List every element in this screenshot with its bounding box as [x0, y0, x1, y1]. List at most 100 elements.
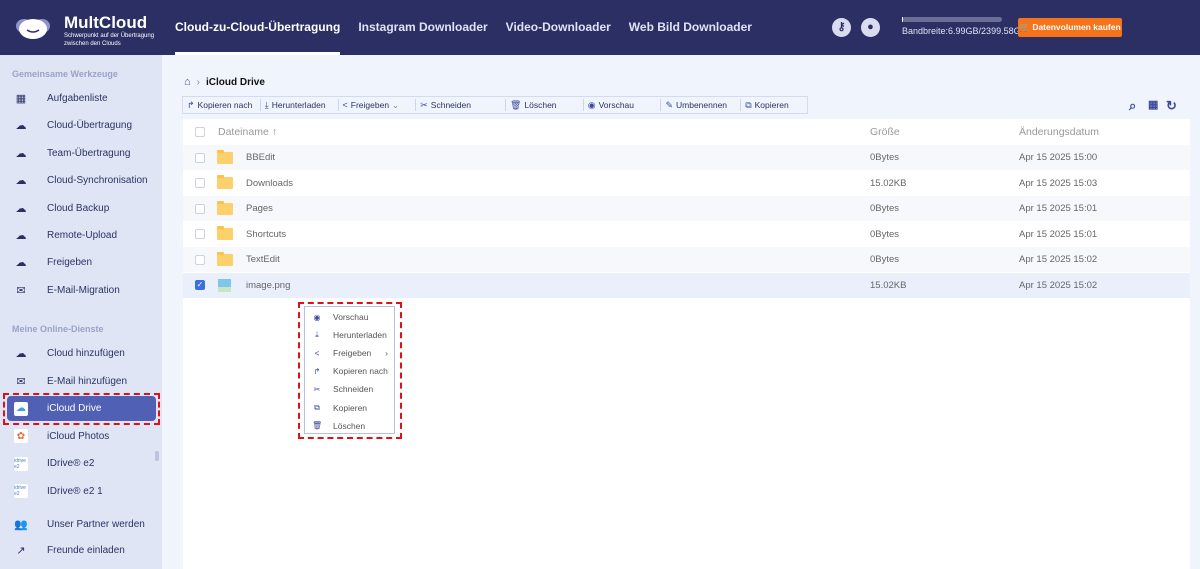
menu-item-copy[interactable]: ⧉ Kopieren [305, 399, 394, 417]
nav-cloud-transfer[interactable]: Cloud-zu-Cloud-Übertragung [175, 0, 341, 55]
row-checkbox[interactable] [195, 152, 205, 163]
copy-to-icon: ↱ [187, 99, 195, 110]
menu-item-cut[interactable]: ✂ Schneiden [305, 380, 394, 398]
sidebar-item-cloud-hinzuf-gen[interactable]: ☁ Cloud hinzufügen [7, 341, 156, 366]
file-name[interactable]: TextEdit [246, 254, 280, 265]
file-name[interactable]: BBEdit [246, 152, 275, 163]
table-row[interactable]: TextEdit 0Bytes Apr 15 2025 15:02 [183, 247, 1190, 272]
delete-icon: 🗑 [312, 421, 323, 431]
table-row[interactable]: ✓ image.png 15.02KB Apr 15 2025 15:02 [183, 272, 1190, 298]
main-nav: Cloud-zu-Cloud-Übertragung Instagram Dow… [175, 0, 770, 55]
file-date: Apr 15 2025 15:01 [1019, 228, 1098, 240]
sidebar-item-label: iCloud Photos [47, 430, 110, 442]
toolbar-copy-button[interactable]: ⧉ Kopieren [741, 99, 807, 111]
grid-icon: ▦ [15, 93, 27, 105]
toolbar-label: Schneiden [430, 100, 471, 110]
folder-icon [217, 226, 233, 240]
breadcrumb-separator: › [196, 76, 200, 88]
row-checkbox[interactable] [195, 254, 205, 265]
toolbar-delete-button[interactable]: 🗑 Löschen [506, 99, 584, 111]
refresh-icon[interactable]: ↻ [1166, 98, 1177, 114]
col-name-header[interactable]: Dateiname ↑ [218, 126, 277, 138]
buy-label: Datenvolumen kaufen [1032, 22, 1121, 32]
sort-asc-icon: ↑ [271, 125, 277, 138]
sidebar-item-idrive-e2-1[interactable]: idrive e2 IDrive® e2 1 [7, 479, 156, 504]
bandwidth-label: Bandbreite:6.99GB/2399.58GB [902, 26, 1027, 36]
share-icon: < [314, 348, 320, 358]
menu-item-delete[interactable]: 🗑 Löschen [305, 417, 394, 435]
sidebar-item-remote-upload[interactable]: ☁ Remote-Upload [7, 223, 156, 248]
sidebar-item-cloud-backup[interactable]: ☁ Cloud Backup [7, 196, 156, 221]
file-date: Apr 15 2025 15:00 [1019, 152, 1098, 163]
rename-icon: ✎ [665, 99, 673, 110]
toolbar-label: Vorschau [598, 100, 635, 110]
sidebar-item-freunde-einladen[interactable]: ↗ Freunde einladen [7, 538, 156, 563]
grid-view-icon[interactable]: ▦ [1148, 98, 1158, 111]
sidebar-item-cloud-synchronisation[interactable]: ☁ Cloud-Synchronisation [7, 168, 156, 193]
row-checkbox[interactable] [195, 229, 205, 239]
invite-icon: ↗ [16, 544, 26, 557]
toolbar-preview-button[interactable]: ◉ Vorschau [584, 99, 662, 111]
file-name[interactable]: Pages [246, 203, 273, 214]
menu-item-preview[interactable]: ◉ Vorschau [305, 308, 394, 326]
table-row[interactable]: BBEdit 0Bytes Apr 15 2025 15:00 [183, 145, 1190, 170]
sidebar-item-unser-partner-werden[interactable]: 👥 Unser Partner werden [7, 512, 156, 537]
sidebar-item-cloud-bertragung[interactable]: ☁ Cloud-Übertragung [7, 113, 156, 138]
context-menu: ◉ Vorschau ⤓ Herunterladen < Freigeben › ↱ Kopie… [304, 306, 395, 434]
logo-title: MultCloud [64, 13, 148, 32]
row-checkbox[interactable] [195, 203, 205, 214]
row-checkbox[interactable] [195, 178, 205, 188]
toolbar-download-button[interactable]: ⤓ Herunterladen [261, 99, 339, 111]
cloud-transfer-icon: ☁ [15, 120, 27, 133]
remote-upload-icon: ☁ [15, 230, 27, 242]
home-icon[interactable]: ⌂ [184, 76, 191, 88]
search-icon[interactable]: ⌕ [1129, 98, 1136, 114]
sidebar-item-icloud-photos[interactable]: ✿ iCloud Photos [7, 424, 156, 449]
menu-item-share[interactable]: < Freigeben › [305, 344, 394, 362]
breadcrumb: ⌂ › iCloud Drive [184, 76, 265, 88]
sidebar-scrollbar[interactable] [155, 451, 159, 461]
file-name[interactable]: Downloads [246, 178, 293, 189]
toolbar-share-button[interactable]: < Freigeben ⌄ [339, 99, 417, 111]
breadcrumb-current[interactable]: iCloud Drive [206, 77, 265, 88]
buy-data-button[interactable]: 🛒 Datenvolumen kaufen [1018, 18, 1122, 37]
sidebar-item-team-bertragung[interactable]: ☁ Team-Übertragung [7, 141, 156, 166]
sidebar-item-label: Cloud Backup [47, 202, 110, 214]
user-icon[interactable]: ● [861, 18, 880, 37]
cut-icon: ✂ [313, 384, 321, 394]
file-name[interactable]: Shortcuts [246, 229, 286, 240]
table-row[interactable]: Shortcuts 0Bytes Apr 15 2025 15:01 [183, 222, 1190, 247]
file-size: 0Bytes [870, 203, 900, 214]
sidebar-item-e-mail-hinzuf-gen[interactable]: ✉ E-Mail hinzufügen [7, 369, 156, 394]
toolbar-label: Löschen [524, 100, 557, 110]
highlight-box [3, 393, 160, 425]
toolbar-copy-to-button[interactable]: ↱ Kopieren nach [183, 99, 261, 111]
multcloud-logo[interactable]: MultCloud Schwerpunkt auf der Übertragun… [14, 14, 154, 48]
sidebar-item-freigeben[interactable]: ☁ Freigeben [7, 250, 156, 275]
nav-instagram-downloader[interactable]: Instagram Downloader [358, 0, 487, 55]
sidebar-item-label: Cloud hinzufügen [47, 348, 125, 359]
nav-web-image-downloader[interactable]: Web Bild Downloader [629, 0, 752, 55]
sidebar-item-e-mail-migration[interactable]: ✉ E-Mail-Migration [7, 278, 156, 303]
toolbar-cut-button[interactable]: ✂ Schneiden [416, 99, 506, 111]
menu-item-copy-to[interactable]: ↱ Kopieren nach [305, 362, 394, 380]
toolbar-rename-button[interactable]: ✎ Umbenennen [661, 99, 742, 111]
col-date-header[interactable]: Änderungsdatum [1019, 126, 1099, 138]
sidebar-item-aufgabenliste[interactable]: ▦ Aufgabenliste [7, 86, 156, 111]
menu-item-download[interactable]: ⤓ Herunterladen [305, 326, 394, 344]
table-row[interactable]: Pages 0Bytes Apr 15 2025 15:01 [183, 196, 1190, 221]
select-all-checkbox[interactable] [195, 126, 205, 137]
file-name[interactable]: image.png [246, 280, 290, 291]
col-size-header[interactable]: Größe [870, 126, 900, 138]
table-row[interactable]: Downloads 15.02KB Apr 15 2025 15:03 [183, 171, 1190, 196]
sidebar-item-label: Remote-Upload [47, 230, 118, 241]
nav-video-downloader[interactable]: Video-Downloader [506, 0, 611, 55]
sidebar-item-idrive-e2[interactable]: idrive e2 IDrive® e2 [7, 451, 156, 476]
folder-icon [217, 251, 233, 266]
idrive-icon: idrive e2 [14, 456, 28, 471]
logo-subtitle: Schwerpunkt auf der Übertragung [64, 33, 155, 39]
toolbar-label: Kopieren [754, 100, 789, 110]
key-icon[interactable]: ⚷ [832, 18, 851, 37]
team-transfer-icon: ☁ [15, 147, 27, 160]
row-checkbox[interactable]: ✓ [195, 280, 205, 290]
